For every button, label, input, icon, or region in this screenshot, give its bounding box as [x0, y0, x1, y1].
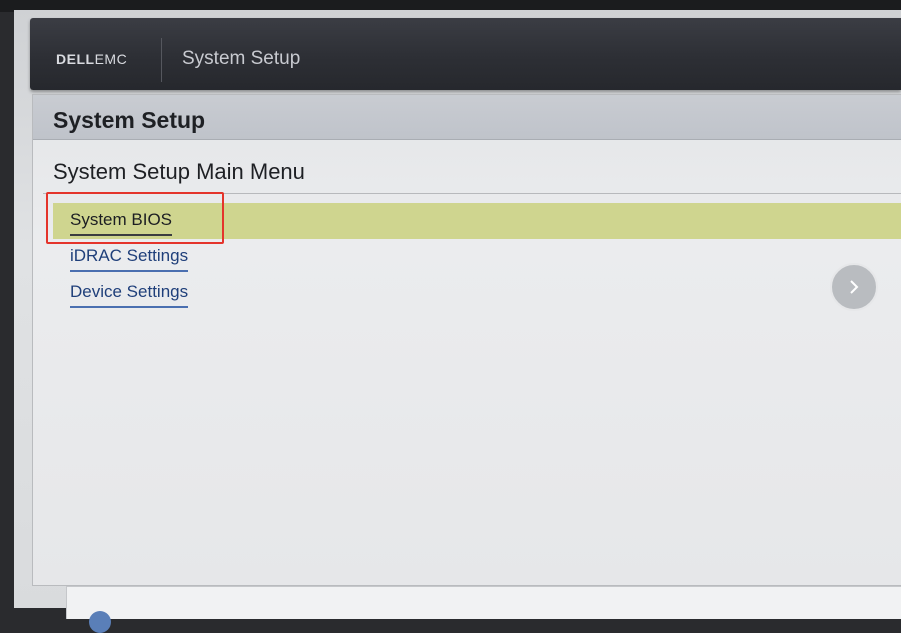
- main-panel: System Setup System Setup Main Menu Syst…: [32, 94, 901, 586]
- dell-emc-logo: DELLEMC: [56, 51, 127, 67]
- chevron-right-icon: [850, 280, 859, 294]
- menu-item-idrac-settings[interactable]: iDRAC Settings: [70, 246, 189, 272]
- header-divider: [161, 38, 162, 82]
- panel-header: System Setup: [33, 95, 901, 140]
- header-title: System Setup: [182, 48, 301, 69]
- main-menu-title: System Setup Main Menu: [53, 159, 305, 184]
- info-icon: [89, 611, 111, 633]
- menu-item-device-settings[interactable]: Device Settings: [70, 282, 189, 308]
- screen: DELLEMC System Setup System Setup System…: [14, 10, 901, 633]
- annotation-highlight-box: [46, 192, 224, 244]
- panel-title: System Setup: [53, 107, 206, 133]
- logo-suffix: EMC: [94, 51, 128, 67]
- logo-brand: DELL: [56, 51, 95, 67]
- header-bar: DELLEMC System Setup: [30, 18, 901, 90]
- next-page-button[interactable]: [830, 263, 878, 311]
- footer-panel: [66, 586, 901, 633]
